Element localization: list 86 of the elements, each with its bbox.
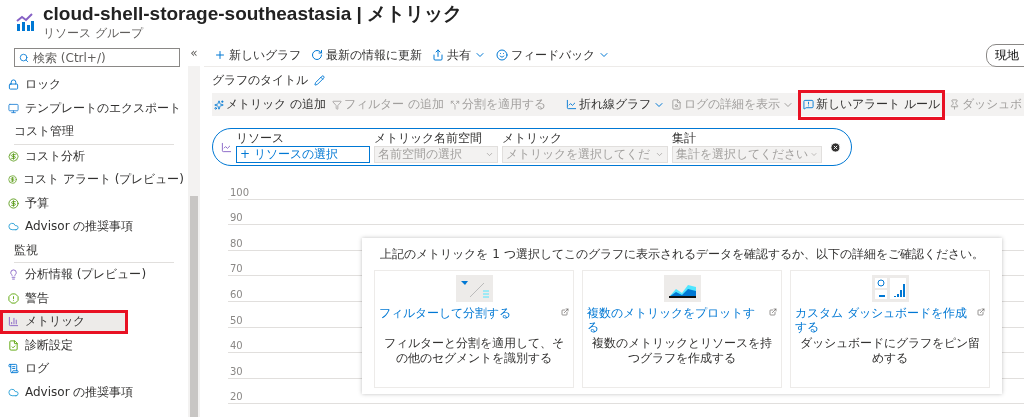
sidebar-icon [8, 339, 19, 351]
chart-title: グラフのタイトル [212, 71, 308, 89]
field-label: メトリック [502, 131, 563, 145]
sidebar-icon [8, 150, 19, 162]
time-range-button[interactable]: 現地 [986, 43, 1024, 67]
card-description: ダッシュボードにグラフをピン留めする [799, 336, 981, 366]
axis-tick-label: 80 [229, 237, 243, 250]
page-title: cloud-shell-storage-southeastasia | メトリック [43, 2, 463, 25]
sidebar-icon [8, 292, 19, 304]
sidebar-icon [8, 174, 17, 186]
toolbar-icon [566, 99, 578, 110]
toolbar-icon [214, 49, 226, 61]
card-description: フィルターと分割を適用して、その他のセグメントを識別する [383, 336, 565, 366]
chevron-down-icon [810, 150, 818, 159]
card-link[interactable]: カスタム ダッシュボードを作成する [795, 306, 985, 336]
card-link[interactable]: 複数のメトリックをプロットする [587, 306, 777, 336]
scrollbar-thumb[interactable] [190, 196, 198, 417]
toolbar-button[interactable]: 新しいグラフ [214, 46, 301, 64]
toolbar-icon [949, 99, 960, 110]
card-illustration-icon [455, 275, 493, 302]
metrics-chart-icon [15, 12, 35, 32]
field-label: メトリック名前空間 [374, 131, 483, 145]
card-link[interactable]: フィルターして分割する [379, 306, 569, 336]
pencil-icon[interactable] [314, 74, 325, 86]
chart-toolbar-button[interactable]: 折れ線グラフ [564, 93, 668, 116]
chevron-down-icon [485, 150, 494, 159]
chart-toolbar-button[interactable]: 新しいアラート ルール [798, 89, 945, 120]
axis-tick-label: 100 [229, 186, 250, 199]
section-heading: 監視 [14, 241, 38, 259]
sidebar-icon [8, 79, 19, 91]
sidebar-item[interactable]: 警告 [0, 286, 184, 310]
metric-line-icon [221, 141, 232, 153]
sidebar-icon [8, 102, 19, 114]
axis-tick-label: 60 [229, 288, 243, 301]
close-icon[interactable] [830, 141, 841, 153]
toolbar-button[interactable]: フィードバック [496, 46, 610, 64]
external-link-icon [977, 308, 985, 316]
toolbar-icon [331, 99, 342, 110]
card-illustration-icon [663, 275, 701, 302]
sidebar-icon [8, 269, 19, 281]
search-icon [19, 53, 29, 63]
axis-tick-label: 30 [229, 365, 243, 378]
toolbar-icon [671, 99, 683, 110]
sidebar-item[interactable]: Advisor の推奨事項 [0, 380, 184, 404]
external-link-icon [769, 308, 777, 316]
sidebar-item[interactable]: 予算 [0, 191, 184, 215]
sidebar-item[interactable]: テンプレートのエクスポート [0, 96, 184, 120]
axis-tick-label: 50 [229, 314, 243, 327]
help-message: 上記のメトリックを 1 つ選択してこのグラフに表示されるデータを確認するか、以下の詳細をご確認ください。 [380, 246, 984, 263]
axis-tick-label: 70 [229, 263, 243, 276]
sidebar-icon [8, 363, 19, 375]
toolbar-icon [214, 99, 224, 110]
axis-tick-label: 20 [229, 391, 243, 404]
sidebar-item[interactable]: コスト アラート (プレビュー) [0, 168, 184, 192]
chevron-down-icon [655, 150, 664, 159]
field-label: リソース [236, 131, 285, 145]
collapse-button[interactable]: « [190, 46, 198, 66]
search-field[interactable]: 検索 (Ctrl+/) [14, 48, 180, 67]
toolbar-icon [432, 49, 444, 61]
resource-picker[interactable]: + リソースの選択 [236, 146, 370, 163]
chart-toolbar-button[interactable]: メトリック の追加 [212, 93, 328, 116]
sidebar-item[interactable]: コスト分析 [0, 144, 184, 168]
axis-tick-label: 90 [229, 212, 243, 225]
toolbar-button[interactable]: 共有 [432, 46, 486, 64]
toolbar-icon [449, 99, 460, 110]
toolbar-icon [311, 49, 323, 61]
toolbar-icon [803, 99, 815, 110]
card-illustration-icon [871, 275, 909, 302]
axis-tick-label: 40 [229, 340, 243, 353]
sidebar-item[interactable]: 診断設定 [0, 333, 184, 357]
toolbar-button[interactable]: 最新の情報に更新 [311, 46, 422, 64]
toolbar-icon [496, 49, 508, 61]
sidebar-item[interactable]: メトリック [0, 310, 128, 334]
sidebar-icon [8, 197, 19, 209]
page-subtitle: リソース グループ [43, 24, 145, 42]
sidebar-item[interactable]: ログ [0, 357, 184, 381]
sidebar-icon [8, 221, 19, 233]
sidebar-icon [8, 386, 19, 398]
sidebar-item[interactable]: ロック [0, 73, 184, 97]
external-link-icon [561, 308, 569, 316]
sidebar-icon [8, 316, 19, 328]
card-description: 複数のメトリックとリソースを持つグラフを作成する [591, 336, 773, 366]
sidebar-item[interactable]: 分析情報 (プレビュー) [0, 263, 184, 287]
sidebar-item[interactable]: Advisor の推奨事項 [0, 215, 184, 239]
field-label: 集計 [672, 131, 697, 145]
section-heading: コスト管理 [14, 123, 74, 141]
